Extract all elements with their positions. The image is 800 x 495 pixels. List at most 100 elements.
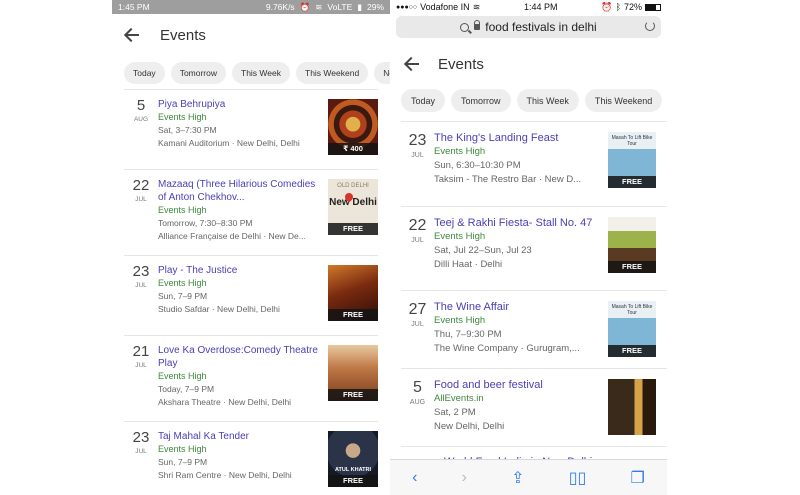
event-thumbnail[interactable]: OLD DELHI New Delhi FREE bbox=[328, 179, 378, 235]
back-arrow-icon[interactable] bbox=[404, 55, 422, 73]
event-thumbnail[interactable] bbox=[608, 379, 656, 435]
price-badge: FREE bbox=[328, 223, 378, 235]
reload-icon[interactable] bbox=[645, 21, 655, 31]
event-month: JUL bbox=[411, 152, 424, 159]
bluetooth-icon: ᛒ bbox=[615, 2, 621, 12]
event-venue: The Wine Company · Gurugram,... bbox=[434, 343, 580, 354]
event-date: 23 JUL bbox=[124, 422, 158, 495]
event-item[interactable]: 22 JUL Teej & Rakhi Fiesta- Stall No. 47… bbox=[401, 207, 667, 291]
event-title[interactable]: The King's Landing Feast bbox=[434, 131, 602, 145]
chip-today[interactable]: Today bbox=[124, 61, 165, 84]
event-thumbnail[interactable]: FREE bbox=[328, 265, 378, 321]
status-time: 1:45 PM bbox=[118, 2, 150, 12]
event-source: Events High bbox=[158, 205, 207, 215]
event-time: Thu, 7–9:30 PM bbox=[434, 329, 502, 340]
event-item[interactable]: 23 JUL The King's Landing Feast Events H… bbox=[401, 122, 667, 207]
event-title[interactable]: Teej & Rakhi Fiesta- Stall No. 47 bbox=[434, 216, 602, 230]
event-time: Today, 7–9 PM bbox=[158, 384, 215, 394]
page-title: Events bbox=[438, 55, 484, 73]
event-date: 5 AUG bbox=[124, 90, 158, 169]
chip-this-weekend[interactable]: This Weekend bbox=[296, 61, 369, 84]
back-arrow-icon[interactable] bbox=[124, 26, 142, 44]
event-item[interactable]: 21 JUL Love Ka Overdose:Comedy Theatre P… bbox=[124, 336, 378, 422]
event-venue: Dilli Haat · Delhi bbox=[434, 259, 503, 270]
event-venue: New Delhi, Delhi bbox=[434, 421, 505, 432]
filter-chips: Today Tomorrow This Week This Weekend Ne… bbox=[112, 56, 390, 89]
chip-next-week[interactable]: Next W bbox=[374, 61, 390, 84]
chip-tomorrow[interactable]: Tomorrow bbox=[170, 61, 226, 84]
event-source: Events High bbox=[434, 315, 486, 326]
event-item[interactable]: 23 JUL Taj Mahal Ka Tender Events High S… bbox=[124, 422, 378, 495]
event-source: Events High bbox=[158, 371, 207, 381]
volte-label: VoLTE bbox=[327, 2, 353, 12]
event-thumbnail[interactable]: FREE bbox=[608, 217, 656, 273]
event-item[interactable]: 5 AUG Piya Behrupiya Events High Sat, 3–… bbox=[124, 90, 378, 170]
event-time: Sun, 6:30–10:30 PM bbox=[434, 160, 521, 171]
chip-tomorrow[interactable]: Tomorrow bbox=[451, 89, 511, 112]
event-month: JUL bbox=[135, 448, 147, 455]
status-bar: 1:45 PM 9.76K/s ⏰ ≋ VoLTE ▮ 29% bbox=[112, 0, 390, 14]
event-thumbnail[interactable]: ₹ 400 bbox=[328, 99, 378, 155]
event-item[interactable]: 22 JUL Mazaaq (Three Hilarious Comedies … bbox=[124, 170, 378, 256]
price-badge: ₹ 400 bbox=[328, 143, 378, 155]
event-time: Sat, 2 PM bbox=[434, 407, 476, 418]
event-title[interactable]: Food and beer festival bbox=[434, 378, 602, 392]
event-thumbnail[interactable]: ATUL KHATRI FREE bbox=[328, 431, 378, 487]
status-bar: ●●●○○ Vodafone IN ≋ 1:44 PM ⏰ ᛒ 72% bbox=[390, 0, 667, 14]
tabs-icon[interactable]: ❐ bbox=[631, 468, 645, 488]
event-info: Love Ka Overdose:Comedy Theatre Play Eve… bbox=[158, 336, 328, 421]
android-screen: 1:45 PM 9.76K/s ⏰ ≋ VoLTE ▮ 29% Events T… bbox=[112, 0, 390, 495]
chip-today[interactable]: Today bbox=[401, 89, 446, 112]
event-day: 23 bbox=[132, 263, 150, 280]
share-icon[interactable]: ⇪ bbox=[511, 468, 524, 488]
event-day: 23 bbox=[408, 132, 427, 149]
event-item[interactable]: 23 JUL Play - The Justice Events High Su… bbox=[124, 256, 378, 336]
event-day: 22 bbox=[132, 177, 150, 194]
event-thumbnail[interactable]: FREE bbox=[328, 345, 378, 401]
filter-chips: Today Tomorrow This Week This Weekend Ne bbox=[390, 86, 667, 115]
event-item[interactable]: 27 JUL The Wine Affair Events High Thu, … bbox=[401, 291, 667, 369]
event-month: JUL bbox=[411, 237, 424, 244]
event-info: The King's Landing Feast Events High Sun… bbox=[434, 122, 602, 206]
price-badge: FREE bbox=[608, 261, 656, 273]
event-title[interactable]: The Wine Affair bbox=[434, 300, 602, 314]
event-day: 5 bbox=[413, 379, 422, 396]
chip-this-week[interactable]: This Week bbox=[516, 89, 579, 112]
event-title[interactable]: Love Ka Overdose:Comedy Theatre Play bbox=[158, 344, 324, 370]
event-title[interactable]: Taj Mahal Ka Tender bbox=[158, 430, 324, 443]
event-thumbnail[interactable]: Masah To Lift Bike Tour FREE bbox=[608, 132, 656, 188]
url-text: food festivals in delhi bbox=[485, 20, 597, 34]
bookmarks-icon[interactable]: ▯▯ bbox=[569, 468, 587, 488]
event-month: JUL bbox=[135, 282, 147, 289]
network-speed: 9.76K/s bbox=[265, 2, 295, 12]
event-time: Sat, 3–7:30 PM bbox=[158, 125, 217, 135]
event-day: 23 bbox=[132, 429, 150, 446]
event-date: 22 JUL bbox=[124, 170, 158, 255]
event-venue: Shri Ram Centre · New Delhi, Delhi bbox=[158, 470, 292, 480]
event-venue: Kamani Auditorium · New Delhi, Delhi bbox=[158, 138, 300, 148]
ios-screen: ●●●○○ Vodafone IN ≋ 1:44 PM ⏰ ᛒ 72% food… bbox=[390, 0, 667, 495]
event-day: 21 bbox=[132, 343, 150, 360]
thumb-caption: Masah To Lift Bike Tour bbox=[611, 304, 653, 316]
address-bar: food festivals in delhi bbox=[390, 14, 667, 42]
event-title[interactable]: Piya Behrupiya bbox=[158, 98, 324, 111]
forward-chevron-icon[interactable]: › bbox=[462, 469, 467, 487]
event-list: 23 JUL The King's Landing Feast Events H… bbox=[401, 121, 667, 477]
carrier-name: Vodafone IN bbox=[420, 2, 470, 12]
chip-this-weekend[interactable]: This Weekend bbox=[584, 89, 663, 112]
url-field[interactable]: food festivals in delhi bbox=[396, 16, 661, 38]
thumb-caption: Masah To Lift Bike Tour bbox=[611, 135, 653, 147]
event-day: 22 bbox=[408, 217, 427, 234]
back-chevron-icon[interactable]: ‹ bbox=[412, 469, 417, 487]
event-date: 23 JUL bbox=[124, 256, 158, 335]
status-time: 1:44 PM bbox=[524, 2, 558, 12]
event-time: Sun, 7–9 PM bbox=[158, 457, 208, 467]
chip-this-week[interactable]: This Week bbox=[232, 61, 290, 84]
event-title[interactable]: Play - The Justice bbox=[158, 264, 324, 277]
event-thumbnail[interactable]: Masah To Lift Bike Tour FREE bbox=[608, 301, 656, 357]
event-item[interactable]: 5 AUG Food and beer festival AllEvents.i… bbox=[401, 369, 667, 447]
signal-icon: ●●●○○ bbox=[396, 3, 418, 11]
event-date: 27 JUL bbox=[401, 291, 434, 368]
event-title[interactable]: Mazaaq (Three Hilarious Comedies of Anto… bbox=[158, 178, 324, 204]
event-info: Mazaaq (Three Hilarious Comedies of Anto… bbox=[158, 170, 328, 255]
